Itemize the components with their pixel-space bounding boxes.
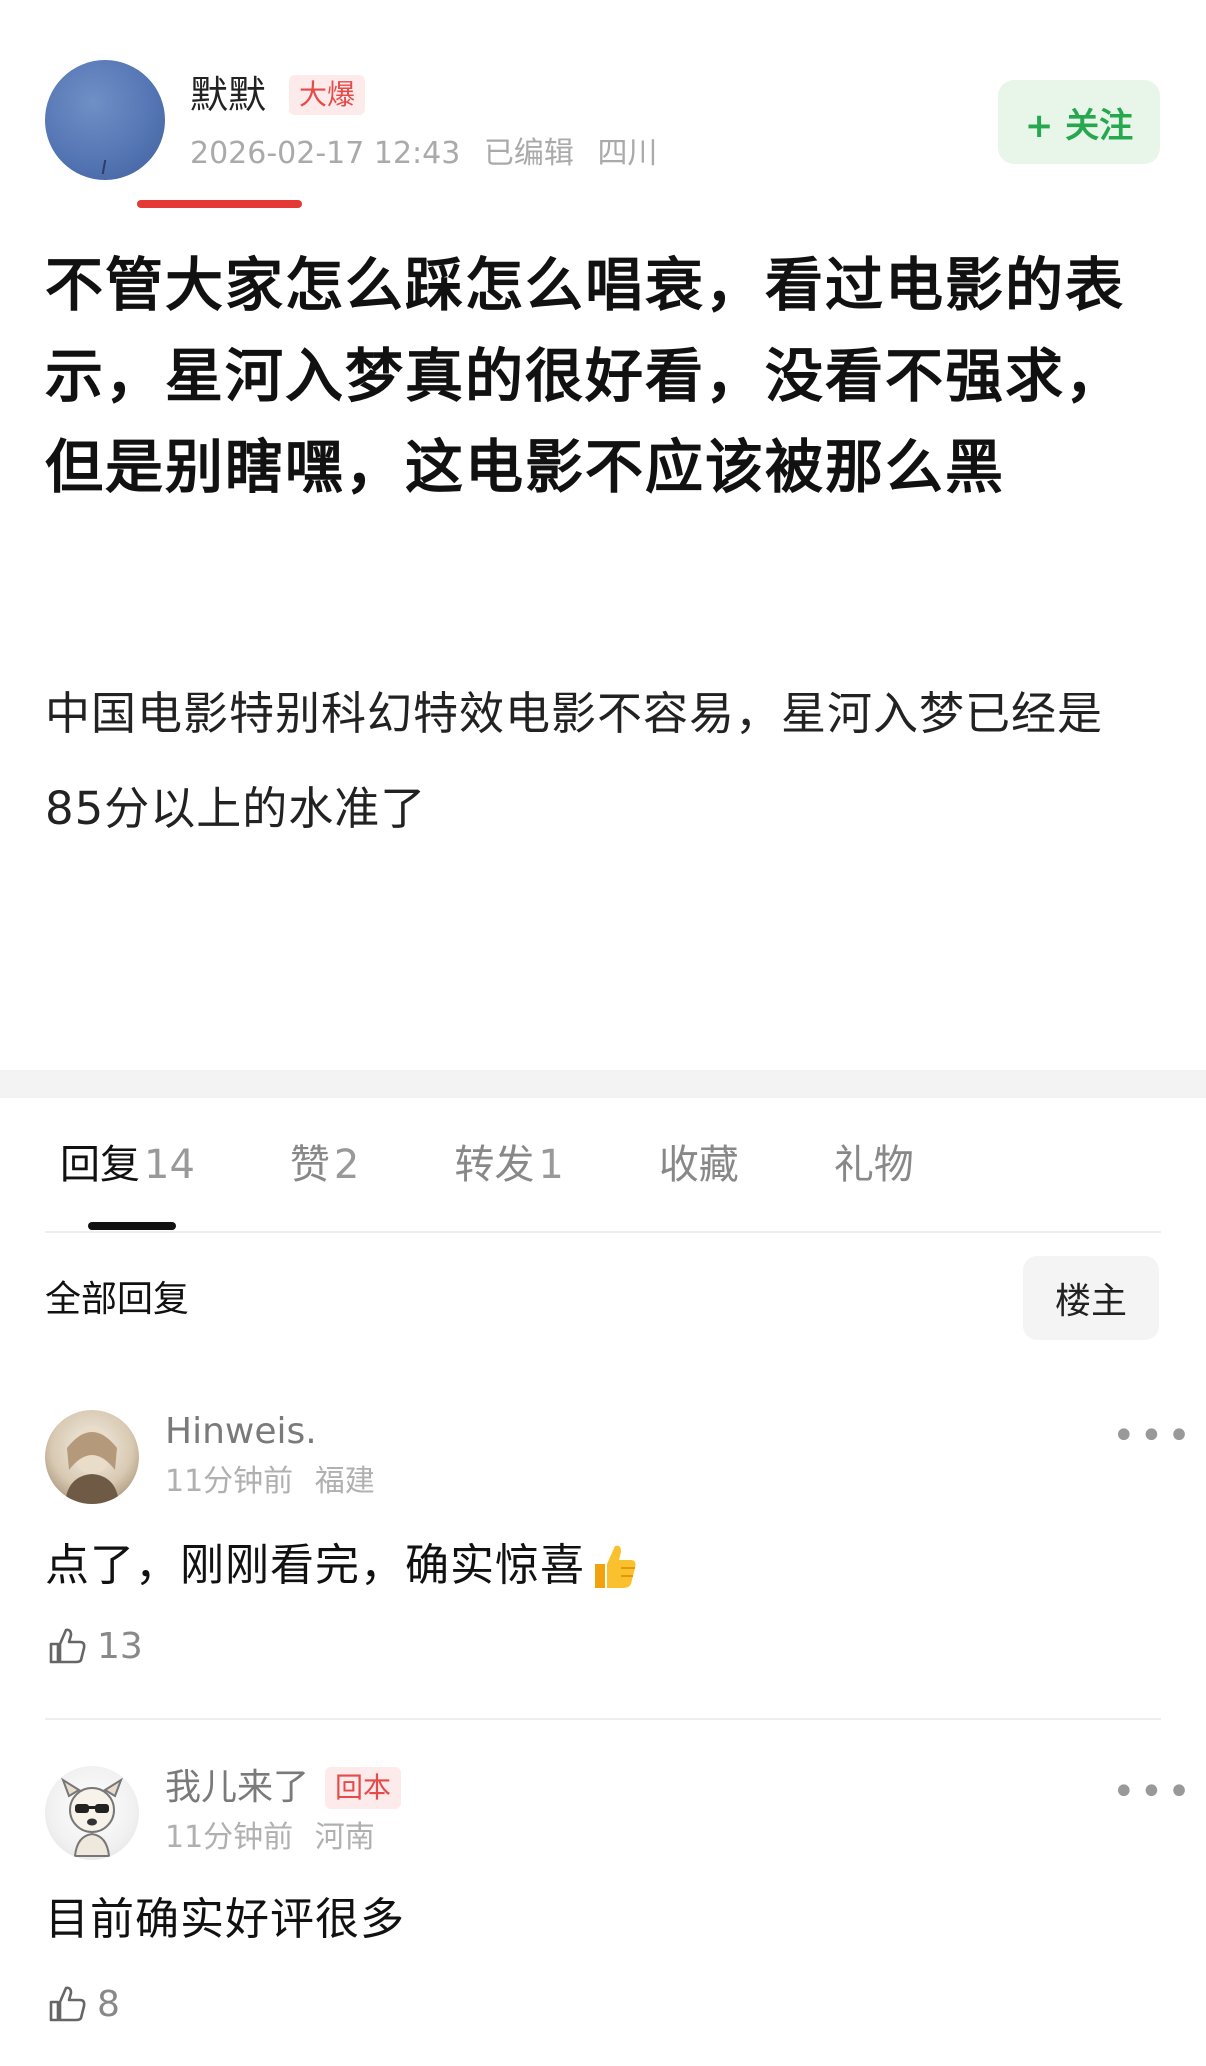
comment-author-row: 我儿来了 回本 <box>165 1766 402 1810</box>
tabs-divider <box>45 1231 1161 1233</box>
comment-location: 河南 <box>314 1820 375 1855</box>
tab-reposts[interactable]: 转发 1 <box>454 1130 563 1200</box>
comment-author-name[interactable]: 我儿来了 <box>165 1766 309 1810</box>
follow-button[interactable]: + 关注 <box>998 80 1160 164</box>
comment-time: 11分钟前 <box>165 1820 294 1855</box>
comment-like-count: 8 <box>97 1983 120 2025</box>
tab-likes[interactable]: 赞2 <box>290 1130 359 1200</box>
tab-gifts[interactable]: 礼物 <box>834 1130 914 1200</box>
tab-replies[interactable]: 回复 14 <box>60 1130 195 1200</box>
op-only-filter-button[interactable]: 楼主 <box>1023 1256 1159 1340</box>
comment-meta: 11分钟前 河南 <box>165 1818 387 1858</box>
author-avatar[interactable] <box>45 60 165 180</box>
active-tab-indicator <box>88 1222 176 1230</box>
tab-replies-label: 回复 <box>60 1142 140 1188</box>
comment-time: 11分钟前 <box>165 1464 294 1499</box>
post-title: 不管大家怎么踩怎么唱衰，看过电影的表示，星河入梦真的很好看，没看不强求，但是别瞎… <box>45 251 1126 501</box>
comment-location: 福建 <box>314 1464 375 1499</box>
post-location: 四川 <box>597 136 658 171</box>
thumb-up-outline-icon <box>49 1628 86 1664</box>
more-options-icon[interactable]: ••• <box>1112 1416 1195 1456</box>
tab-reposts-label: 转发 <box>454 1142 535 1188</box>
anime-avatar-icon <box>65 1426 119 1504</box>
comment-text: 目前确实好评很多 <box>45 1894 405 1945</box>
tab-favorites-label: 收藏 <box>658 1142 739 1188</box>
tab-reposts-count: 1 <box>538 1142 564 1188</box>
post-meta: 2026-02-17 12:43 已编辑 四川 <box>190 134 671 174</box>
thumb-up-outline-icon <box>49 1986 86 2022</box>
comment-text-row: 点了，刚刚看完，确实惊喜 <box>45 1536 641 1596</box>
tree-silhouette-icon <box>101 160 117 174</box>
tab-gifts-label: 礼物 <box>833 1142 914 1188</box>
post-timestamp: 2026-02-17 12:43 <box>190 136 461 171</box>
comment-text: 点了，刚刚看完，确实惊喜 <box>45 1540 585 1591</box>
comment-like-count: 13 <box>97 1625 143 1667</box>
author-name[interactable]: 默默 <box>190 72 266 118</box>
post-body: 中国电影特别科幻特效电影不容易，星河入梦已经是85分以上的水准了 <box>45 687 1104 835</box>
comment-avatar[interactable] <box>45 1766 139 1860</box>
tab-replies-count: 14 <box>144 1142 195 1188</box>
comment-author-badge: 回本 <box>325 1767 402 1809</box>
tab-likes-count: 2 <box>333 1142 360 1188</box>
comment-like-button[interactable]: 13 <box>45 1624 143 1668</box>
section-divider <box>0 1070 1206 1098</box>
post-edited-label: 已编辑 <box>483 136 574 171</box>
comment-separator <box>45 1718 1161 1720</box>
comment-avatar[interactable] <box>45 1410 139 1504</box>
red-underline-annotation <box>137 200 302 208</box>
comment-meta: 11分钟前 福建 <box>165 1462 387 1502</box>
author-badge: 大爆 <box>289 75 366 115</box>
comment-like-button[interactable]: 8 <box>45 1982 120 2026</box>
more-options-icon[interactable]: ••• <box>1112 1772 1195 1812</box>
tab-favorites[interactable]: 收藏 <box>659 1130 739 1200</box>
dog-sunglasses-avatar-icon <box>61 1777 123 1857</box>
all-replies-heading: 全部回复 <box>45 1279 190 1320</box>
interaction-tabs: 回复 14 赞2 转发 1 收藏 礼物 <box>60 1130 1009 1200</box>
tab-likes-label: 赞 <box>289 1142 330 1188</box>
thumbs-up-emoji-icon <box>595 1545 636 1588</box>
comment-author-name[interactable]: Hinweis. <box>165 1410 317 1454</box>
